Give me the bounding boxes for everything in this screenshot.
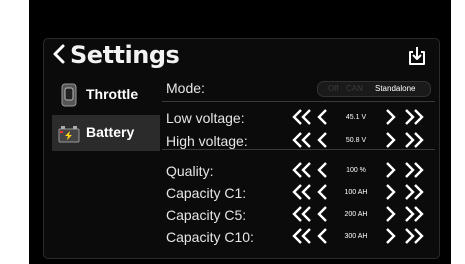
quality-fast-decrease-button[interactable] — [290, 161, 314, 179]
double-chevron-right-icon — [405, 132, 424, 148]
chevron-right-icon — [386, 184, 396, 200]
double-chevron-left-icon — [292, 206, 311, 222]
double-chevron-right-icon — [405, 206, 424, 222]
low-voltage-label: Low voltage: — [166, 110, 245, 126]
settings-content: Mode: Off CAN Standalone Low voltage: 45… — [162, 77, 437, 255]
capacity-c5-label: Capacity C5: — [166, 207, 247, 223]
quality-fast-increase-button[interactable] — [402, 161, 426, 179]
capacity-c5-decrease-button[interactable] — [316, 205, 330, 223]
double-chevron-left-icon — [292, 109, 311, 125]
double-chevron-left-icon — [292, 132, 311, 148]
double-chevron-left-icon — [292, 184, 311, 200]
mode-option-standalone[interactable]: Standalone — [375, 84, 415, 93]
capacity-c10-increase-button[interactable] — [383, 227, 397, 245]
chevron-right-icon — [386, 162, 396, 178]
capacity-c10-fast-decrease-button[interactable] — [290, 227, 314, 245]
mode-label: Mode: — [166, 80, 205, 96]
high-voltage-increase-button[interactable] — [383, 131, 397, 149]
capacity-c10-label: Capacity C10: — [166, 229, 254, 245]
high-voltage-value: 50.8 V — [345, 137, 367, 144]
capacity-c5-increase-button[interactable] — [383, 205, 397, 223]
chevron-left-icon — [317, 184, 327, 200]
chevron-left-icon — [317, 132, 327, 148]
capacity-c1-label: Capacity C1: — [166, 185, 247, 201]
capacity-c1-increase-button[interactable] — [383, 183, 397, 201]
double-chevron-right-icon — [405, 184, 424, 200]
double-chevron-left-icon — [292, 228, 311, 244]
capacity-c5-value: 200 AH — [344, 211, 368, 218]
back-arrow-icon[interactable] — [51, 43, 67, 65]
quality-increase-button[interactable] — [383, 161, 397, 179]
double-chevron-left-icon — [292, 162, 311, 178]
mode-toggle[interactable]: Off CAN Standalone — [317, 81, 431, 97]
battery-icon — [58, 126, 80, 143]
mode-option-can[interactable]: CAN — [346, 84, 363, 93]
capacity-c10-fast-increase-button[interactable] — [402, 227, 426, 245]
double-chevron-right-icon — [405, 228, 424, 244]
capacity-c1-value: 100 AH — [344, 189, 368, 196]
mode-option-off[interactable]: Off — [328, 84, 339, 93]
capacity-c5-fast-increase-button[interactable] — [402, 205, 426, 223]
capacity-c5-fast-decrease-button[interactable] — [290, 205, 314, 223]
capacity-c10-decrease-button[interactable] — [316, 227, 330, 245]
sidebar-item-throttle[interactable]: Throttle — [52, 77, 160, 113]
low-voltage-value: 45.1 V — [345, 114, 367, 121]
quality-label: Quality: — [166, 163, 214, 179]
settings-panel: Settings Throttle Battery Mode: Off CAN … — [43, 38, 440, 259]
chevron-right-icon — [386, 109, 396, 125]
chevron-left-icon — [317, 109, 327, 125]
sidebar-item-label: Battery — [86, 124, 135, 140]
chevron-left-icon — [317, 206, 327, 222]
chevron-right-icon — [386, 228, 396, 244]
header: Settings — [44, 39, 439, 71]
high-voltage-label: High voltage: — [166, 133, 248, 149]
chevron-left-icon — [317, 228, 327, 244]
high-voltage-decrease-button[interactable] — [316, 131, 330, 149]
divider — [162, 149, 435, 150]
throttle-icon — [61, 83, 77, 107]
capacity-c1-fast-decrease-button[interactable] — [290, 183, 314, 201]
low-voltage-fast-increase-button[interactable] — [402, 108, 426, 126]
double-chevron-right-icon — [405, 109, 424, 125]
chevron-right-icon — [386, 206, 396, 222]
high-voltage-fast-decrease-button[interactable] — [290, 131, 314, 149]
low-voltage-fast-decrease-button[interactable] — [290, 108, 314, 126]
capacity-c1-decrease-button[interactable] — [316, 183, 330, 201]
quality-decrease-button[interactable] — [316, 161, 330, 179]
chevron-right-icon — [386, 132, 396, 148]
page-title: Settings — [70, 41, 180, 69]
sidebar-item-label: Throttle — [86, 86, 139, 102]
capacity-c1-fast-increase-button[interactable] — [402, 183, 426, 201]
high-voltage-fast-increase-button[interactable] — [402, 131, 426, 149]
capacity-c10-value: 300 AH — [344, 233, 368, 240]
save-download-icon[interactable] — [406, 45, 428, 67]
low-voltage-decrease-button[interactable] — [316, 108, 330, 126]
divider — [162, 101, 435, 102]
double-chevron-right-icon — [405, 162, 424, 178]
sidebar: Throttle Battery — [52, 77, 160, 255]
chevron-left-icon — [317, 162, 327, 178]
quality-value: 100 % — [346, 167, 366, 174]
low-voltage-increase-button[interactable] — [383, 108, 397, 126]
sidebar-item-battery[interactable]: Battery — [52, 115, 160, 151]
